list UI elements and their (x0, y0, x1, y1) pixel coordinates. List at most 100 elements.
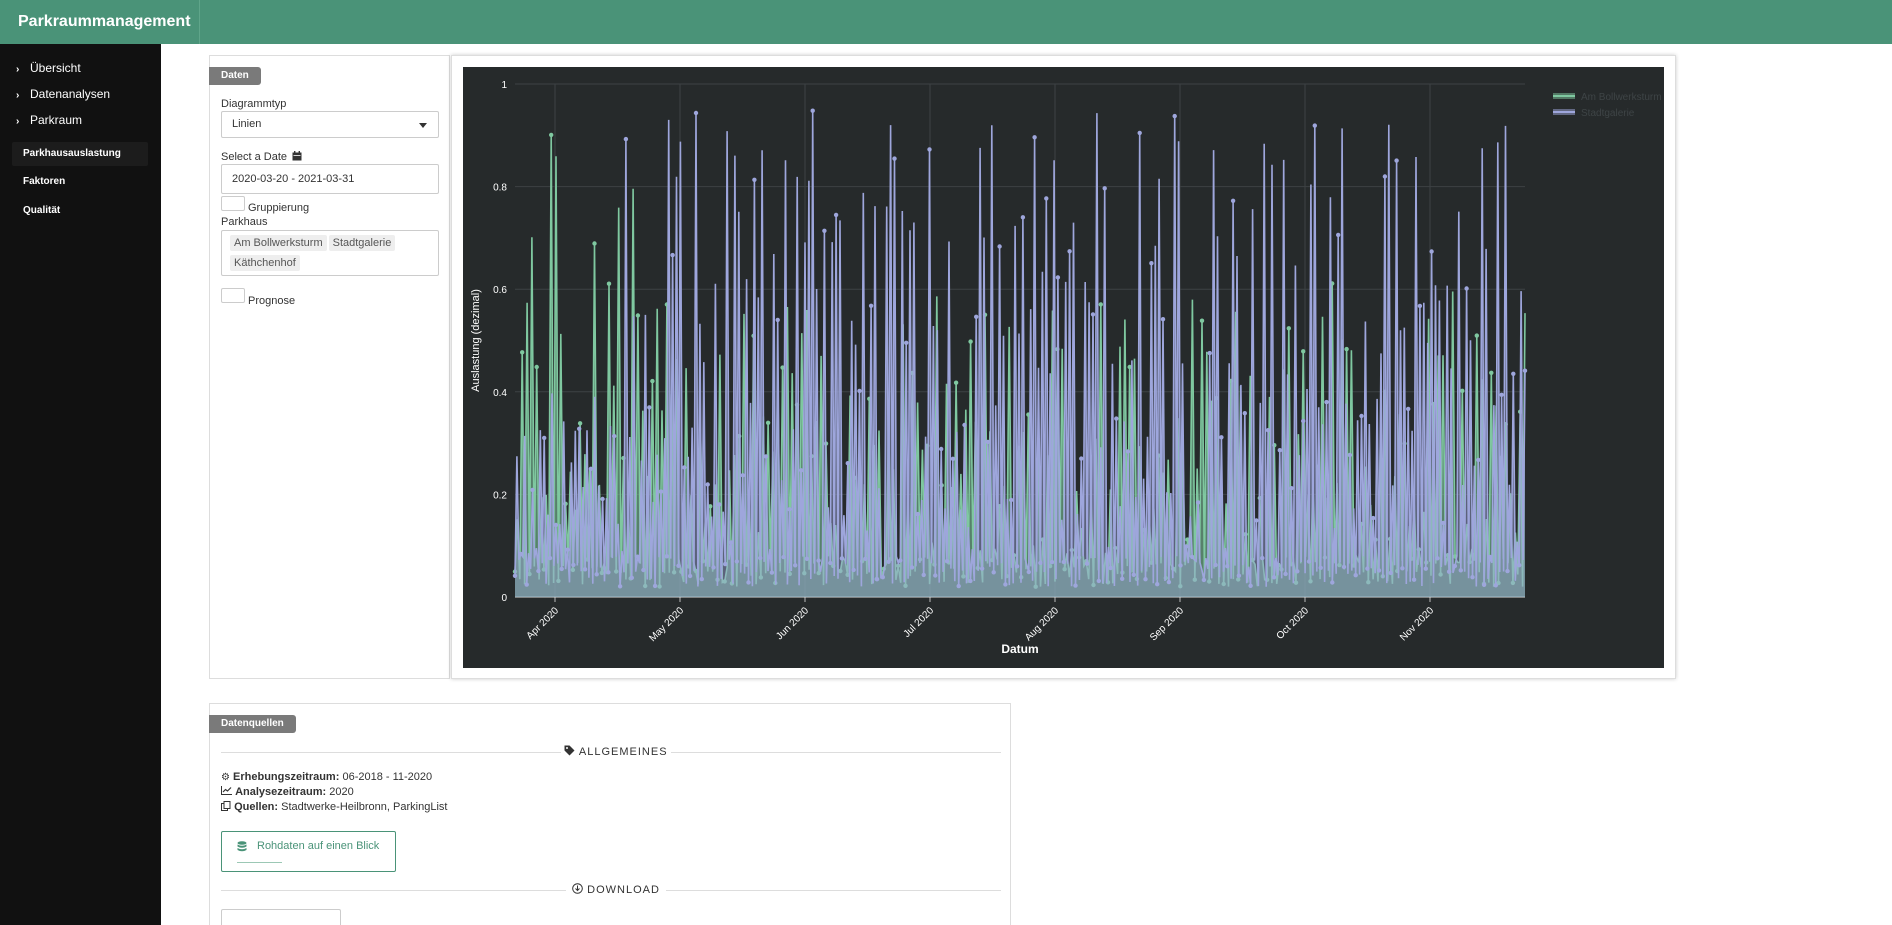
y-tick-label: 0.6 (493, 285, 507, 296)
date-range-input[interactable]: 2020-03-20 - 2021-03-31 (221, 164, 439, 194)
series-point (606, 570, 611, 575)
series-point (1277, 448, 1282, 453)
series-point (1125, 449, 1131, 454)
x-tick-label: Apr 2020 (525, 605, 562, 642)
series-point (775, 317, 780, 323)
series-point (997, 244, 1002, 249)
parkhaus-tag[interactable]: Käthchenhof (230, 255, 300, 271)
parkhaus-tag[interactable]: Stadtgalerie (328, 235, 396, 251)
series-point (1172, 113, 1177, 119)
series-point (950, 456, 956, 461)
sidebar-item-label: Übersicht (30, 61, 81, 75)
download-button-group[interactable] (221, 909, 341, 925)
sidebar-subitem-parkhausauslastung[interactable]: Parkhausauslastung (12, 142, 148, 166)
series-point (1476, 457, 1481, 463)
gruppierung-label: Gruppierung (248, 202, 310, 214)
line-chart-icon (221, 786, 232, 795)
series-point (1098, 302, 1103, 307)
series-point (1324, 399, 1329, 405)
series-point (1289, 486, 1294, 491)
series-point (1190, 554, 1195, 560)
series-point (1199, 318, 1205, 323)
series-point (1055, 275, 1061, 280)
divider-line (666, 890, 1001, 891)
legend-swatch-fill (1553, 93, 1575, 99)
date-label: Select a Date (221, 151, 302, 163)
series-point (1201, 577, 1207, 583)
series-point (1143, 577, 1148, 582)
series-point (1120, 576, 1125, 581)
x-tick-label: Sep 2020 (1148, 605, 1186, 643)
sidebar-item-parkraum[interactable]: › Parkraum (0, 109, 161, 131)
series-point (1517, 563, 1522, 568)
sidebar-item-datenanalysen[interactable]: › Datenanalysen (0, 83, 161, 105)
series-point (723, 561, 728, 567)
series-point (1489, 370, 1494, 375)
series-point (968, 339, 973, 344)
gruppierung-checkbox[interactable] (221, 196, 245, 211)
diagramtype-select[interactable]: Linien (221, 111, 439, 138)
series-point (612, 433, 617, 439)
series-point (687, 573, 693, 579)
series-point (1336, 232, 1341, 238)
series-point (717, 502, 722, 507)
caret-down-icon (419, 123, 427, 128)
series-point (650, 378, 655, 384)
series-point (1084, 561, 1090, 566)
series-point (1242, 411, 1247, 416)
sources-panel: Datenquellen ALLGEMEINES ⚙ Erhebungszeit… (209, 703, 1011, 925)
series-point (1003, 582, 1008, 587)
series-point (1155, 582, 1160, 587)
parkhaus-multiselect[interactable]: Am Bollwerksturm Stadtgalerie Käthchenhof (221, 230, 439, 276)
app-title[interactable]: Parkraummanagement (0, 0, 200, 44)
series-point (658, 489, 664, 494)
series-point (758, 555, 763, 561)
series-point (927, 147, 932, 152)
rawdata-button[interactable]: Rohdaten auf einen Blick (221, 831, 396, 872)
series-point (1505, 568, 1510, 574)
series-point (1219, 435, 1224, 440)
sidebar-subitem-faktoren[interactable]: Faktoren (12, 170, 148, 194)
y-tick-label: 0.4 (493, 388, 507, 399)
calendar-icon (292, 151, 302, 161)
series-point (1102, 186, 1107, 191)
series-point (734, 559, 739, 564)
parkhaus-tag[interactable]: Am Bollwerksturm (230, 235, 327, 251)
series-point (933, 573, 938, 578)
series-point (845, 461, 850, 466)
series-point (1487, 554, 1493, 560)
sources-line: Quellen: Stadtwerke-Heilbronn, ParkingLi… (221, 801, 447, 813)
series-point (1318, 565, 1323, 570)
parking-occupancy-chart[interactable]: 0 0.2 0.4 0.6 0.8 1 Apr 2020 May 2020 Jun 2020 Ju… (463, 67, 1664, 668)
series-point (1312, 123, 1317, 128)
series-point (1038, 560, 1043, 566)
series-point (553, 522, 559, 528)
series-point (863, 556, 868, 561)
series-point (536, 568, 541, 574)
sidebar-subitem-qualitaet[interactable]: Qualität (12, 199, 148, 223)
series-point (898, 558, 903, 563)
series-point (793, 563, 798, 568)
sidebar-item-label: Datenanalysen (30, 87, 111, 101)
series-point (1481, 582, 1487, 587)
series-point (904, 340, 909, 345)
prognose-checkbox[interactable] (221, 288, 245, 303)
x-tick-label: Nov 2020 (1398, 605, 1436, 643)
sidebar-item-uebersicht[interactable]: › Übersicht (0, 57, 161, 79)
tag-icon (564, 745, 575, 756)
analysis-label: Analysezeitraum: (235, 786, 327, 798)
date-label-text: Select a Date (221, 151, 288, 163)
series-point (1286, 326, 1291, 331)
series-point (549, 132, 554, 138)
series-point (874, 577, 880, 582)
series-point (769, 570, 775, 575)
series-point (617, 584, 623, 589)
survey-period: ⚙ Erhebungszeitraum: 06-2018 - 11-2020 (221, 771, 432, 783)
series-point (592, 241, 597, 246)
series-point (962, 422, 967, 428)
series-point (1090, 312, 1096, 317)
series-point (670, 252, 675, 258)
series-point (1149, 261, 1154, 266)
series-point (1108, 565, 1113, 571)
rawdata-button-label: Rohdaten auf einen Blick (257, 840, 380, 852)
